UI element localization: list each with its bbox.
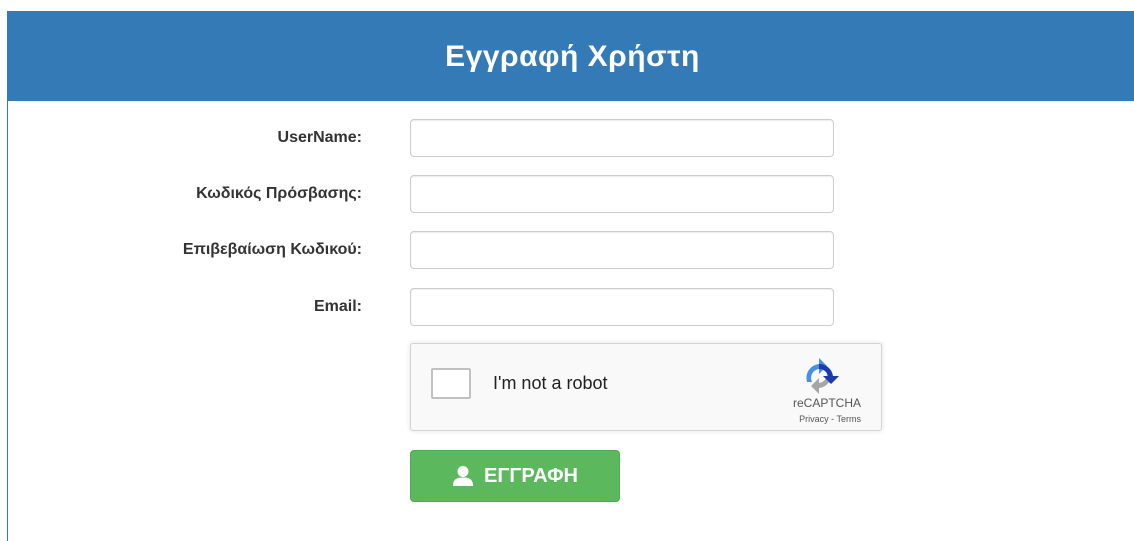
username-row: UserName: — [8, 119, 908, 157]
page-title: Εγγραφή Χρήστη — [445, 39, 700, 73]
privacy-link[interactable]: Privacy — [799, 414, 829, 424]
recaptcha-label: I'm not a robot — [493, 373, 608, 393]
email-label: Email: — [313, 298, 362, 315]
terms-link[interactable]: Terms — [837, 414, 862, 424]
links-separator: - — [828, 414, 837, 424]
email-row: Email: — [8, 288, 908, 326]
register-button[interactable]: ΕΓΓΡΑΦΗ — [410, 450, 620, 502]
confirm-password-label: Επιβεβαίωση Κωδικού: — [182, 241, 362, 258]
username-input[interactable] — [410, 119, 834, 157]
username-label: UserName: — [277, 129, 362, 146]
recaptcha-checkbox[interactable] — [431, 368, 471, 399]
recaptcha-widget: I'm not a robot reCAPTCHA Privacy - Term… — [410, 343, 882, 431]
recaptcha-brand: reCAPTCHA — [792, 396, 861, 410]
password-row: Κωδικός Πρόσβασης: — [8, 175, 908, 213]
user-icon — [452, 466, 473, 486]
recaptcha-logo-icon — [806, 358, 839, 394]
email-input[interactable] — [410, 288, 834, 326]
panel-header: Εγγραφή Χρήστη — [8, 12, 1134, 101]
password-label: Κωδικός Πρόσβασης: — [196, 185, 362, 202]
confirm-password-row: Επιβεβαίωση Κωδικού: — [8, 231, 908, 269]
registration-panel: Εγγραφή Χρήστη UserName: Κωδικός Πρόσβασ… — [7, 11, 1134, 541]
password-input[interactable] — [410, 175, 834, 213]
confirm-password-input[interactable] — [410, 231, 834, 269]
recaptcha-links: Privacy - Terms — [799, 414, 861, 424]
register-button-label: ΕΓΓΡΑΦΗ — [483, 464, 578, 487]
